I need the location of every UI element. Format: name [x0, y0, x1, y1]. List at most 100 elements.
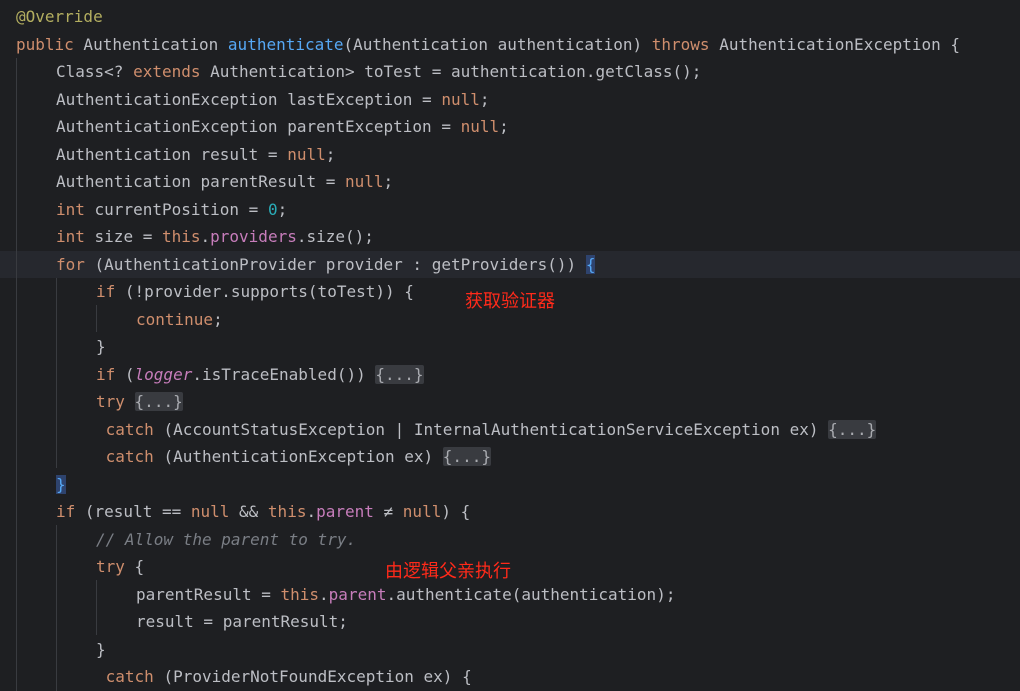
- code-line[interactable]: catch (AuthenticationException ex) {...}: [0, 443, 1020, 470]
- code-token: ;: [213, 309, 223, 329]
- code-line[interactable]: if (logger.isTraceEnabled()) {...}: [0, 361, 1020, 388]
- code-line[interactable]: AuthenticationException parentException …: [0, 113, 1020, 140]
- code-token: AuthenticationException parentException …: [56, 117, 461, 136]
- code-token: int: [56, 199, 85, 219]
- code-text: Authentication parentResult = null;: [56, 168, 393, 195]
- code-token: ;: [383, 172, 394, 191]
- code-token: (: [115, 364, 135, 384]
- code-line[interactable]: // Allow the parent to try.: [0, 526, 1020, 553]
- code-token: authenticate: [227, 34, 344, 54]
- code-token: if: [56, 502, 76, 521]
- code-token: if: [96, 282, 116, 301]
- code-line[interactable]: result = parentResult;: [0, 608, 1020, 635]
- code-text: }: [56, 471, 66, 498]
- code-token: int: [56, 227, 85, 246]
- code-token: .: [306, 502, 317, 521]
- code-line[interactable]: Class<? extends Authentication> toTest =…: [0, 58, 1020, 85]
- code-token: null: [344, 172, 384, 191]
- code-line[interactable]: Authentication parentResult = null;: [0, 168, 1020, 195]
- code-text: for (AuthenticationProvider provider : g…: [56, 251, 596, 278]
- folded-block[interactable]: {...}: [442, 447, 491, 466]
- code-line[interactable]: int currentPosition = 0;: [0, 196, 1020, 223]
- code-token: null: [441, 89, 480, 109]
- code-token: @Override: [16, 7, 103, 26]
- code-token: null: [287, 144, 326, 164]
- code-token: .isTraceEnabled()): [192, 364, 376, 384]
- code-text: @Override: [16, 3, 103, 30]
- code-text: }: [96, 333, 106, 360]
- code-token: (AuthenticationException ex): [153, 447, 443, 466]
- indent-guide: [16, 58, 17, 691]
- code-token: {: [585, 254, 596, 274]
- code-line[interactable]: catch (ProviderNotFoundException ex) {: [0, 663, 1020, 690]
- code-text: result = parentResult;: [136, 608, 348, 635]
- code-line[interactable]: @Override: [0, 3, 1020, 30]
- code-token: ;: [479, 89, 490, 109]
- code-line[interactable]: try {...}: [0, 388, 1020, 415]
- code-text: }: [96, 636, 106, 663]
- code-token: .: [319, 584, 329, 604]
- code-text: if (!provider.supports(toTest)) {: [96, 278, 414, 305]
- code-token: this: [161, 227, 201, 246]
- code-token: .: [200, 227, 211, 246]
- code-token: null: [402, 502, 442, 521]
- code-token: parentResult =: [136, 584, 281, 604]
- code-token: (Authentication authentication): [343, 34, 652, 54]
- code-token: 0: [267, 199, 278, 219]
- code-text: try {: [96, 553, 144, 580]
- code-token: (ProviderNotFoundException ex) {: [153, 667, 472, 686]
- code-token: public: [16, 34, 74, 54]
- code-token: Authentication> toTest = authentication.…: [200, 62, 702, 81]
- code-token: ) {: [441, 502, 471, 521]
- folded-block[interactable]: {...}: [134, 392, 183, 411]
- code-line[interactable]: }: [0, 636, 1020, 663]
- code-token: // Allow the parent to try.: [96, 529, 357, 549]
- code-text: int currentPosition = 0;: [56, 196, 287, 223]
- code-text: try {...}: [96, 388, 183, 415]
- code-token: continue: [136, 309, 214, 329]
- code-token: }: [56, 474, 66, 494]
- code-token: }: [96, 337, 106, 356]
- code-token: Authentication result =: [56, 144, 288, 164]
- code-line[interactable]: public Authentication authenticate(Authe…: [0, 31, 1020, 58]
- code-text: AuthenticationException parentException …: [56, 113, 509, 140]
- code-line[interactable]: }: [0, 471, 1020, 498]
- code-text: continue;: [136, 306, 223, 333]
- code-token: Class<?: [56, 62, 134, 81]
- code-token: parent: [316, 502, 374, 521]
- code-token: currentPosition =: [84, 199, 268, 219]
- code-token: &&: [229, 502, 268, 521]
- indent-guide: [56, 278, 57, 468]
- code-token: try: [96, 392, 125, 411]
- code-line[interactable]: for (AuthenticationProvider provider : g…: [0, 250, 1020, 278]
- code-editor[interactable]: @Override public Authentication authentic…: [0, 0, 1020, 691]
- code-token: ;: [277, 199, 288, 219]
- code-line[interactable]: if (result == null && this.parent ≠ null…: [0, 498, 1020, 525]
- code-line[interactable]: Authentication result = null;: [0, 141, 1020, 168]
- code-token: extends: [133, 62, 201, 81]
- code-line[interactable]: parentResult = this.parent.authenticate(…: [0, 581, 1020, 608]
- code-line[interactable]: int size = this.providers.size();: [0, 223, 1020, 250]
- code-token: AuthenticationException {: [709, 34, 961, 54]
- code-token: }: [96, 639, 106, 659]
- code-token: providers: [210, 227, 297, 246]
- annotation-get-validator: 获取验证器: [465, 291, 555, 312]
- code-token: try: [96, 557, 125, 576]
- code-token: ≠: [373, 502, 403, 521]
- code-line[interactable]: }: [0, 333, 1020, 360]
- code-text: int size = this.providers.size();: [56, 223, 374, 250]
- folded-block[interactable]: {...}: [375, 364, 424, 384]
- code-token: ;: [499, 117, 509, 136]
- folded-block[interactable]: {...}: [828, 419, 877, 439]
- indent-guide: [96, 305, 97, 332]
- code-token: {: [124, 557, 145, 576]
- code-token: size =: [84, 227, 162, 246]
- code-line[interactable]: AuthenticationException lastException = …: [0, 86, 1020, 113]
- code-line[interactable]: catch (AccountStatusException | Internal…: [0, 416, 1020, 443]
- code-token: throws: [651, 34, 710, 54]
- code-token: catch: [105, 419, 154, 439]
- code-text: catch (ProviderNotFoundException ex) {: [96, 663, 472, 690]
